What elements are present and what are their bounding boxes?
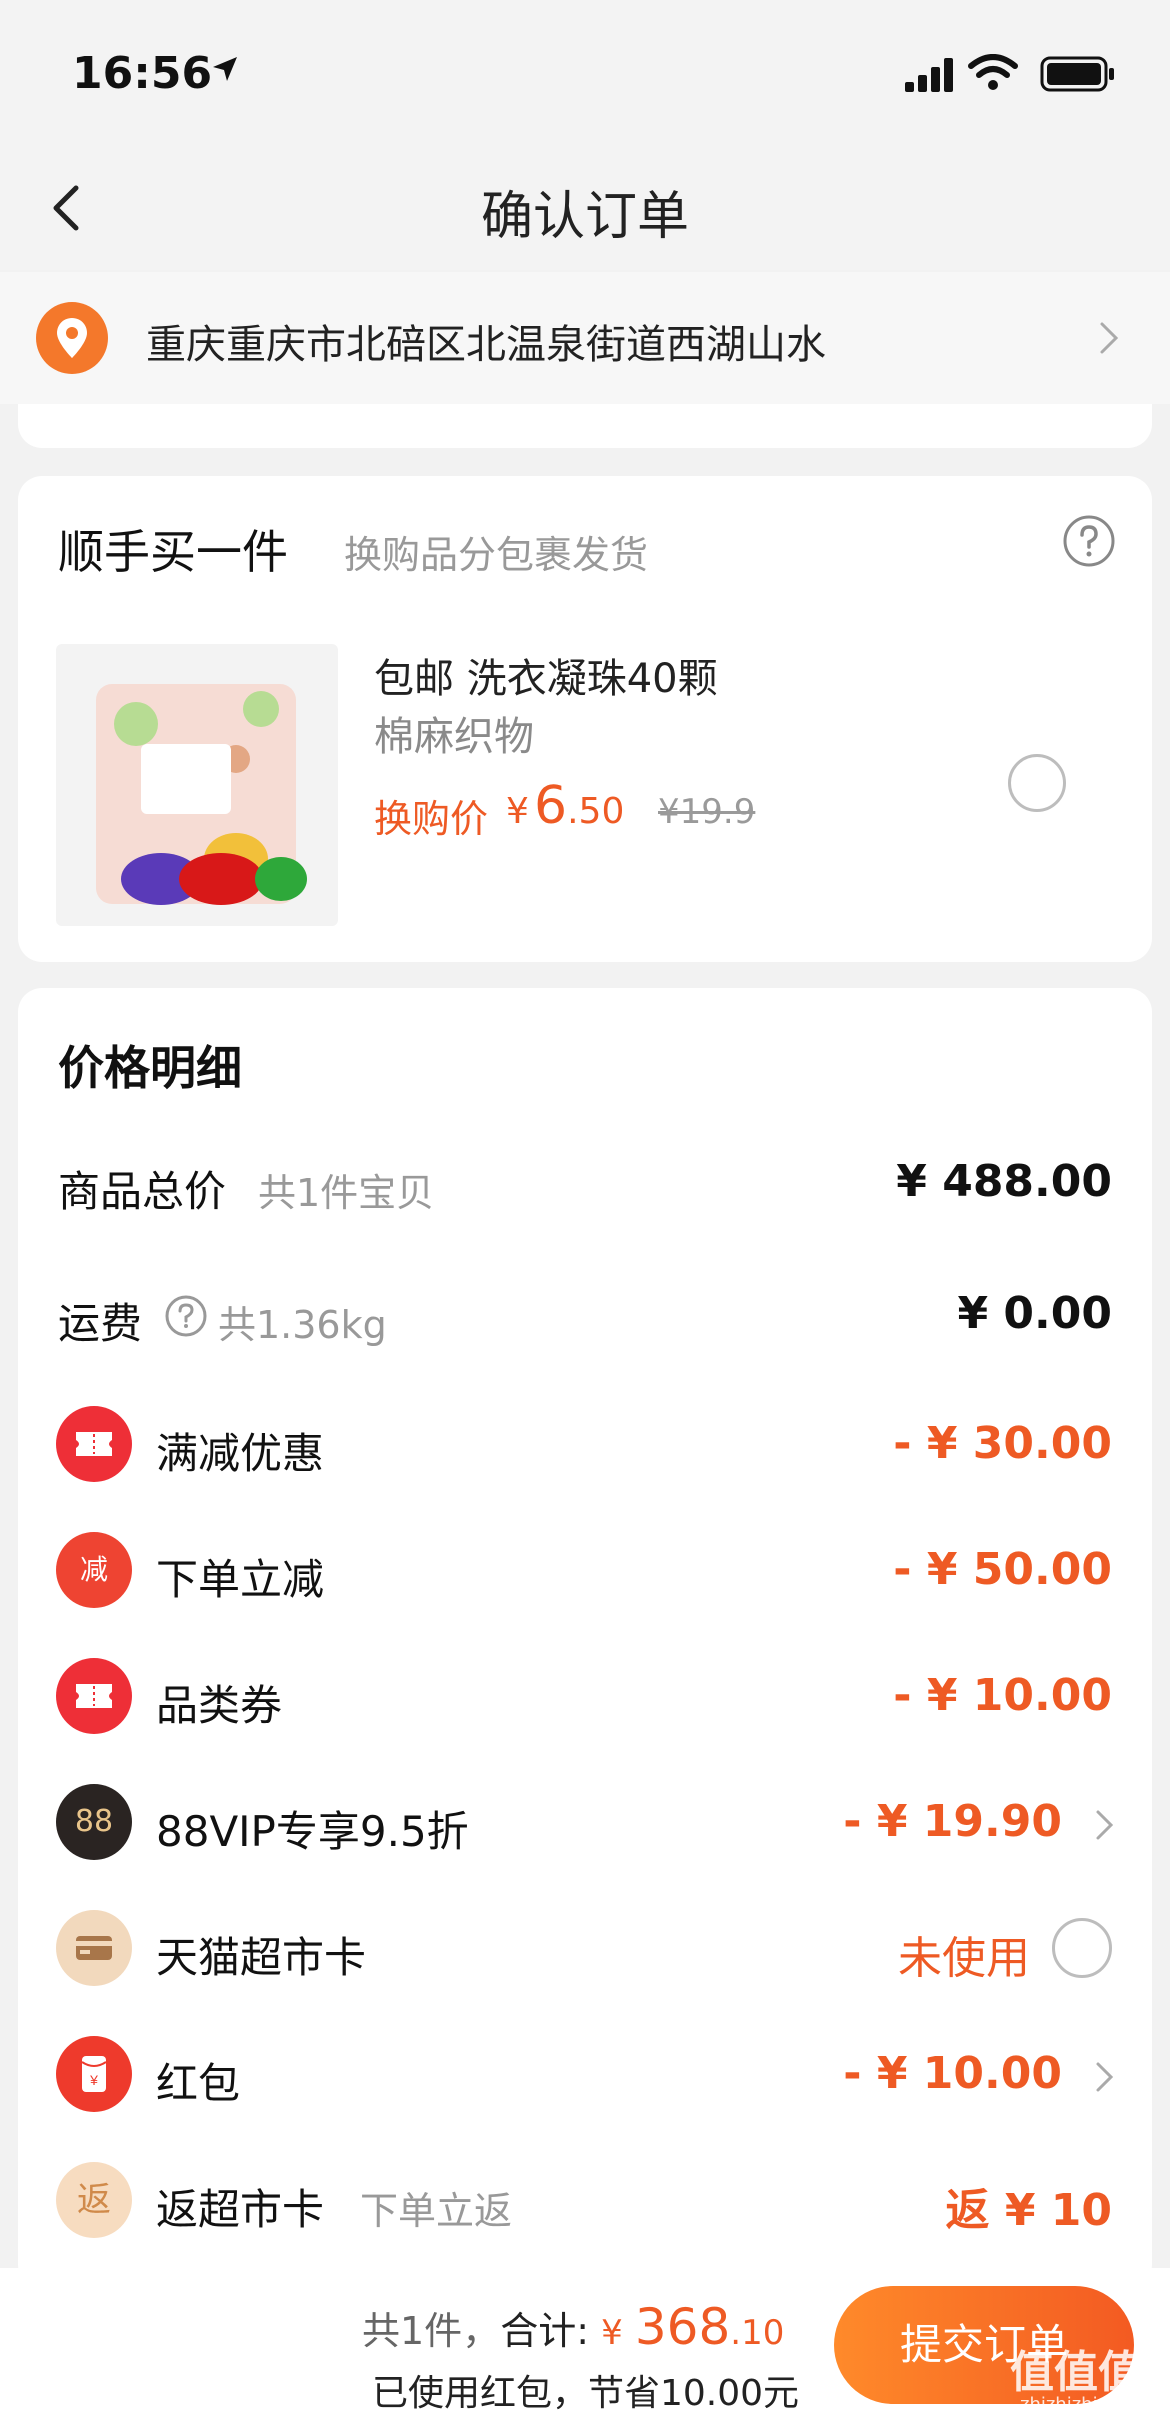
cashback-icon: 返 xyxy=(56,2162,132,2238)
red-packet-icon-label: ¥ xyxy=(89,2072,98,2088)
row-value: ¥ 0.00 xyxy=(957,1288,1113,1339)
row-instant-discount: 减 下单立减 - ¥ 50.00 xyxy=(18,1522,1152,1622)
row-cashback: 返 返超市卡 下单立返 返 ¥ 10 xyxy=(18,2152,1152,2252)
vip88-icon: 88 xyxy=(56,1784,132,1860)
row-sub: 共1.36kg xyxy=(218,1303,387,1347)
total-decimal: .10 xyxy=(730,2313,785,2353)
row-tmall-card: 天猫超市卡 未使用 xyxy=(18,1900,1152,2000)
total-price: ¥ 368.10 xyxy=(601,2298,785,2356)
page-title: 确认订单 xyxy=(480,187,689,247)
total-currency: ¥ xyxy=(601,2313,623,2353)
addon-select-radio[interactable] xyxy=(1008,754,1066,812)
product-spec: 棉麻织物 xyxy=(374,714,534,760)
signal-icon xyxy=(905,58,953,92)
row-full-reduction: 满减优惠 - ¥ 30.00 xyxy=(18,1396,1152,1496)
row-sub: 下单立返 xyxy=(360,2189,513,2233)
row-value: 未使用 xyxy=(898,1933,1030,1984)
price-integer: 6 xyxy=(534,776,568,836)
row-label: 天猫超市卡 xyxy=(156,1933,367,1982)
question-circle-icon[interactable] xyxy=(1062,514,1116,568)
icon-label: 返 xyxy=(77,2180,111,2220)
chevron-right-icon xyxy=(1100,322,1119,354)
row-red-packet[interactable]: ¥ 红包 - ¥ 10.00 xyxy=(18,2026,1152,2126)
total-line: 共1件，合计: ¥ 368.10 xyxy=(362,2298,784,2356)
address-card-bottom xyxy=(18,404,1152,448)
row-value: ¥ 488.00 xyxy=(896,1156,1112,1207)
category-coupon-icon xyxy=(56,1658,132,1734)
chevron-right-icon xyxy=(1096,1810,1114,1840)
row-category-coupon[interactable]: 品类券 - ¥ 10.00 xyxy=(18,1648,1152,1748)
addon-title: 顺手买一件 xyxy=(58,525,288,579)
nav-bar: 确认订单 xyxy=(0,150,1170,270)
watermark-sub: zhizhizhi.com xyxy=(1020,2394,1142,2415)
saving-text: 已使用红包，节省10.00元 xyxy=(372,2373,800,2414)
address-bar[interactable]: 重庆重庆市北碚区北温泉街道西湖山水 xyxy=(0,272,1170,404)
battery-icon xyxy=(1040,56,1114,92)
card-icon xyxy=(56,1910,132,1986)
watermark: 值值值 xyxy=(1010,2347,1142,2398)
address-text: 重庆重庆市北碚区北温泉街道西湖山水 xyxy=(146,322,826,368)
price-details-title: 价格明细 xyxy=(58,1041,242,1095)
price-decimal: .50 xyxy=(567,791,625,832)
addon-card: 顺手买一件 换购品分包裹发货 包邮 洗衣凝珠40颗 棉麻织物 换购价 ¥ 6.5… xyxy=(18,476,1152,962)
item-count: 共1件， xyxy=(362,2309,501,2353)
icon-label: 88 xyxy=(74,1804,114,1839)
row-label: 红包 xyxy=(156,2059,241,2108)
price-currency: ¥ xyxy=(506,791,529,832)
location-arrow-icon xyxy=(213,57,237,81)
row-total-goods: 商品总价 共1件宝贝 ¥ 488.00 xyxy=(18,1134,1152,1234)
row-value: - ¥ 30.00 xyxy=(893,1418,1112,1469)
tmall-card-radio[interactable] xyxy=(1052,1918,1112,1978)
row-label: 满减优惠 xyxy=(156,1429,325,1478)
location-pin-icon xyxy=(36,302,108,374)
row-label: 下单立减 xyxy=(156,1555,325,1604)
bottom-bar: 共1件，合计: ¥ 368.10 已使用红包，节省10.00元 提交订单 xyxy=(0,2268,1170,2430)
row-shipping: 运费 共1.36kg ¥ 0.00 xyxy=(18,1266,1152,1366)
price-details-card: 价格明细 商品总价 共1件宝贝 ¥ 488.00 运费 共1.36kg ¥ 0.… xyxy=(18,988,1152,2288)
chevron-right-icon xyxy=(1096,2062,1114,2092)
instant-discount-icon: 减 xyxy=(56,1532,132,1608)
row-label: 运费 xyxy=(58,1299,143,1348)
row-sub: 共1件宝贝 xyxy=(258,1171,435,1215)
row-label: 88VIP专享9.5折 xyxy=(156,1807,469,1856)
row-value: - ¥ 10.00 xyxy=(843,2048,1062,2099)
row-value: - ¥ 19.90 xyxy=(843,1796,1062,1847)
question-circle-icon[interactable] xyxy=(164,1294,208,1338)
row-value: 返 ¥ 10 xyxy=(945,2185,1112,2236)
row-88vip[interactable]: 88 88VIP专享9.5折 - ¥ 19.90 xyxy=(18,1774,1152,1874)
coupon-icon xyxy=(56,1406,132,1482)
row-value: - ¥ 50.00 xyxy=(893,1544,1112,1595)
product-original-price: ¥19.9 xyxy=(658,792,756,832)
row-label: 商品总价 xyxy=(58,1167,227,1216)
status-bar: 16:56 xyxy=(0,0,1170,150)
status-time: 16:56 xyxy=(72,48,213,99)
total-integer: 368 xyxy=(634,2298,731,2356)
product-price-label: 换购价 xyxy=(374,797,489,841)
row-label: 返超市卡 xyxy=(156,2185,325,2234)
addon-subtitle: 换购品分包裹发货 xyxy=(344,533,649,577)
row-value: - ¥ 10.00 xyxy=(893,1670,1112,1721)
row-label: 品类券 xyxy=(156,1681,283,1730)
product-price: ¥ 6.50 xyxy=(506,776,624,836)
wifi-icon xyxy=(968,54,1018,90)
product-name[interactable]: 包邮 洗衣凝珠40颗 xyxy=(374,646,718,704)
red-packet-icon: ¥ xyxy=(56,2036,132,2112)
product-image[interactable] xyxy=(56,644,338,926)
icon-label: 减 xyxy=(79,1553,108,1586)
total-label: 合计: xyxy=(500,2309,589,2353)
